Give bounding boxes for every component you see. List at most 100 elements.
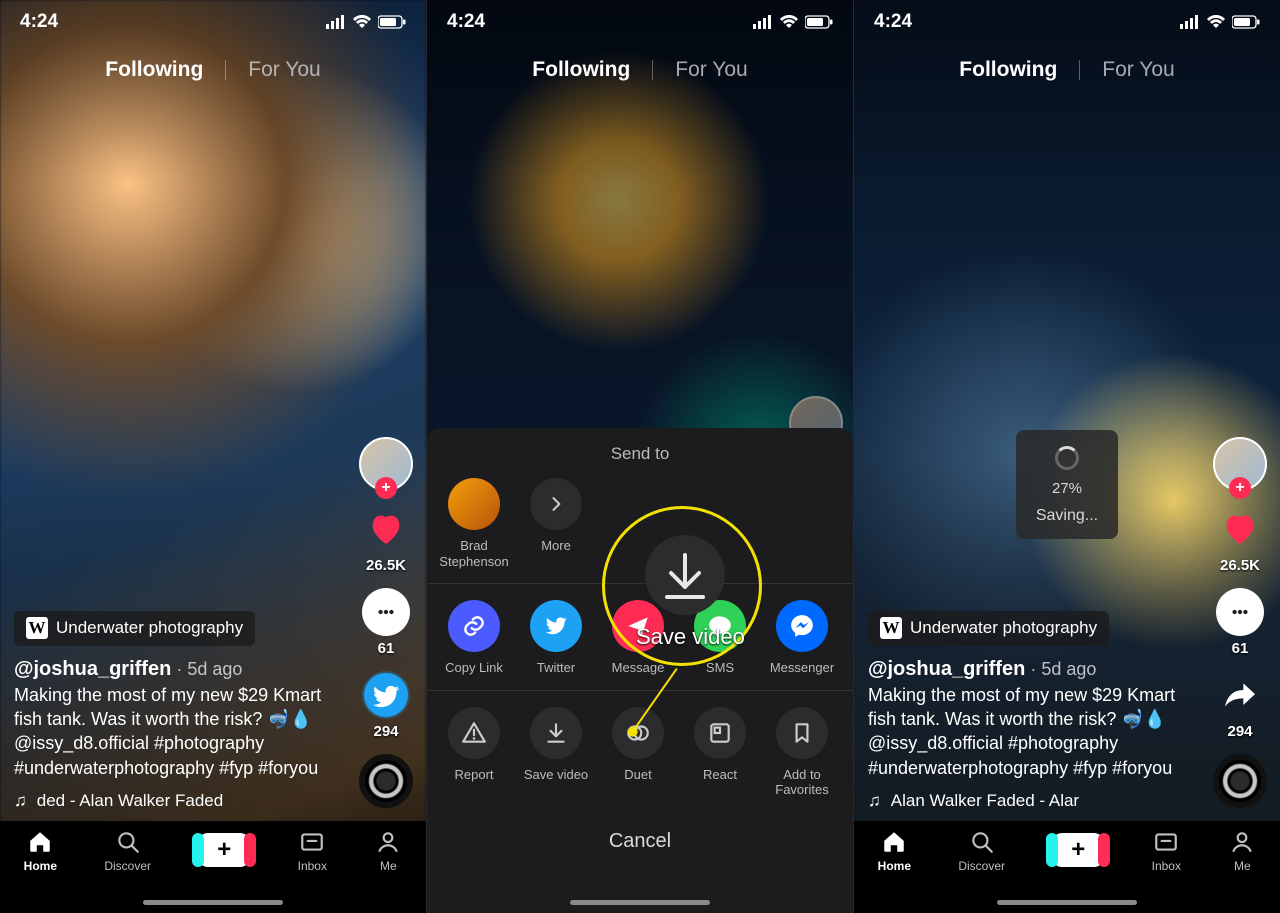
contacts-row: Brad Stephenson More [427,478,853,583]
twitter-icon [530,600,582,652]
status-icons [326,15,406,29]
tab-following[interactable]: Following [959,58,1057,82]
post-age: · 5d ago [1030,659,1096,679]
wiki-icon: W [26,617,48,639]
download-icon [530,707,582,759]
feed-tabs: Following For You [427,58,853,82]
sheet-title: Send to [427,444,853,464]
like-button[interactable]: 26.5K [362,505,410,574]
status-time: 4:24 [874,11,912,33]
tab-following[interactable]: Following [105,58,203,82]
follow-plus-icon[interactable]: + [375,477,397,499]
tab-inbox[interactable]: Inbox [298,829,327,873]
spinner-icon [1055,446,1079,470]
share-twitter[interactable]: Twitter [517,600,595,676]
share-count: 294 [1227,723,1252,740]
home-icon [26,829,54,855]
bookmark-icon [776,707,828,759]
cellular-icon [753,15,773,29]
feed-tabs: Following For You [0,58,426,82]
post-age: · 5d ago [176,659,242,679]
home-icon [880,829,908,855]
tab-me[interactable]: Me [1228,829,1256,873]
action-rail: + 26.5K 61 294 [1210,437,1270,808]
sound-marquee[interactable]: ♫Alan Walker Faded - Alar [868,790,1200,813]
follow-plus-icon[interactable]: + [1229,477,1251,499]
tab-discover[interactable]: Discover [104,829,151,873]
comment-button[interactable]: 61 [362,588,410,657]
status-time: 4:24 [20,11,58,33]
plus-icon: + [217,838,231,862]
feed-tabs: Following For You [854,58,1280,82]
tab-home[interactable]: Home [24,829,57,873]
tab-create[interactable]: + [198,829,250,867]
status-time: 4:24 [447,11,485,33]
caption: Making the most of my new $29 Kmart fish… [868,683,1200,780]
action-save-video[interactable]: Save video [517,707,595,798]
contacts-more[interactable]: More [517,478,595,569]
topic-chip[interactable]: WUnderwater photography [868,611,1109,646]
action-react[interactable]: React [681,707,759,798]
comment-icon [362,588,410,636]
share-count: 294 [373,723,398,740]
status-bar: 4:24 [0,0,426,44]
share-arrow-icon [1216,671,1264,719]
annotation-highlight-label: Save video [636,624,745,650]
action-rail: + 26.5K 61 294 [356,437,416,808]
share-copylink[interactable]: Copy Link [435,600,513,676]
cancel-button[interactable]: Cancel [427,812,853,853]
status-bar: 4:24 [427,0,853,44]
wifi-icon [779,15,799,29]
battery-icon [805,15,833,29]
share-whatsapp[interactable]: W [845,600,853,676]
tab-separator [1079,60,1080,80]
saving-label: Saving... [1026,507,1108,525]
caption: Making the most of my new $29 Kmart fish… [14,683,346,780]
tab-me[interactable]: Me [374,829,402,873]
sound-disc[interactable] [1213,754,1267,808]
duet-icon [612,707,664,759]
creator-handle[interactable]: @joshua_griffen [14,658,171,680]
tab-foryou[interactable]: For You [248,58,320,82]
saving-toast: 27% Saving... [1016,430,1118,539]
tab-foryou[interactable]: For You [675,58,747,82]
like-count: 26.5K [366,557,406,574]
wifi-icon [352,15,372,29]
iphone-home-indicator [997,900,1137,905]
creator-handle[interactable]: @joshua_griffen [868,658,1025,680]
tab-inbox[interactable]: Inbox [1152,829,1181,873]
sound-disc[interactable] [359,754,413,808]
create-button[interactable]: + [198,833,250,867]
tab-discover[interactable]: Discover [958,829,1005,873]
action-report[interactable]: Report [435,707,513,798]
sound-marquee[interactable]: ♫ded - Alan Walker Faded [14,790,346,813]
contact-brad[interactable]: Brad Stephenson [435,478,513,569]
share-messenger[interactable]: Messenger [763,600,841,676]
share-sheet: Send to Brad Stephenson More Copy Link T… [427,428,853,913]
profile-icon [1228,829,1256,855]
iphone-home-indicator [143,900,283,905]
comment-button[interactable]: 61 [1216,588,1264,657]
wiki-icon: W [880,617,902,639]
create-button[interactable]: + [1052,833,1104,867]
comment-icon [1216,588,1264,636]
creator-avatar[interactable]: + [1213,437,1267,491]
like-button[interactable]: 26.5K [1216,505,1264,574]
tab-create[interactable]: + [1052,829,1104,867]
tab-home[interactable]: Home [878,829,911,873]
comment-count: 61 [378,640,395,657]
battery-icon [1232,15,1260,29]
action-live[interactable]: Liv [845,707,853,798]
topic-chip[interactable]: WUnderwater photography [14,611,255,646]
inbox-icon [1152,829,1180,855]
share-button[interactable]: 294 [1216,671,1264,740]
battery-icon [378,15,406,29]
video-info: WUnderwater photography @joshua_griffen … [868,611,1200,813]
tab-foryou[interactable]: For You [1102,58,1174,82]
actions-row: Report Save video Duet React Add to Favo… [427,690,853,812]
action-add-favorites[interactable]: Add to Favorites [763,707,841,798]
creator-avatar[interactable]: + [359,437,413,491]
tab-following[interactable]: Following [532,58,630,82]
heart-icon [362,505,410,553]
share-button[interactable]: 294 [362,671,410,740]
